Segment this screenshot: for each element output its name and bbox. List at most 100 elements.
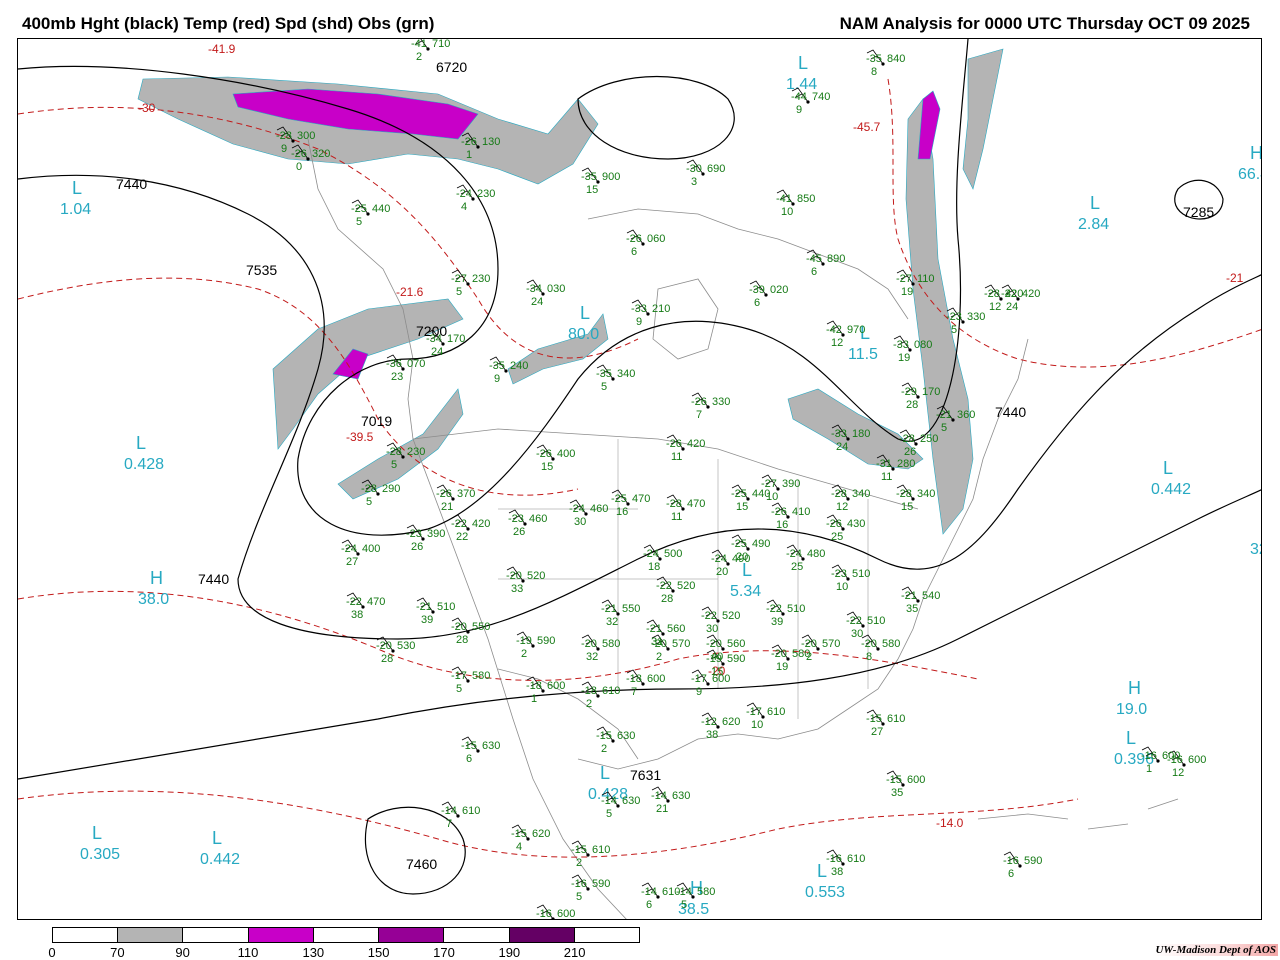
- obs-dewpoint-depression: 35: [906, 603, 918, 615]
- obs-dewpoint-depression: 32: [586, 651, 598, 663]
- obs-height: 250: [920, 433, 938, 445]
- obs-temperature: -26: [666, 438, 682, 450]
- obs-dewpoint-depression: 4: [516, 841, 522, 853]
- obs-dewpoint-depression: 5: [941, 422, 947, 434]
- obs-height: 590: [537, 635, 555, 647]
- obs-temperature: -33: [893, 339, 909, 351]
- obs-height: 530: [397, 640, 415, 652]
- jet-shade-dakotas: [507, 313, 609, 385]
- low-center-symbol: L: [212, 828, 222, 848]
- obs-height: 230: [477, 188, 495, 200]
- temp-label: -41.9: [208, 42, 236, 56]
- obs-temperature: -24: [456, 188, 472, 200]
- station-plot: -303 690: [686, 159, 725, 188]
- height-label: 7460: [406, 856, 437, 872]
- colorbar-segment: [444, 928, 510, 942]
- obs-height: 300: [297, 130, 315, 142]
- obs-dewpoint-depression: 35: [891, 787, 903, 799]
- obs-dewpoint-depression: 18: [648, 561, 660, 573]
- low-center-symbol: L: [92, 823, 102, 843]
- obs-temperature: -24: [643, 548, 659, 560]
- obs-height: 630: [617, 730, 635, 742]
- obs-temperature: -28: [361, 483, 377, 495]
- station-plot: -266 060: [626, 229, 665, 258]
- station-plot: -192 590: [516, 631, 555, 660]
- obs-dewpoint-depression: 2: [656, 651, 662, 663]
- station-plot: -244 230: [456, 184, 495, 213]
- station-plot: -2132 550: [601, 599, 640, 628]
- obs-dewpoint-depression: 39: [421, 614, 433, 626]
- station-plot: -4212 970: [826, 320, 865, 349]
- pressure-centers: L1.04L0.428H38.0L0.305L0.442L0.428H38.5L…: [60, 53, 1261, 918]
- obs-height: 460: [529, 513, 547, 525]
- obs-temperature: -27: [761, 478, 777, 490]
- obs-temperature: -26: [536, 448, 552, 460]
- obs-dewpoint-depression: 28: [456, 634, 468, 646]
- obs-dewpoint-depression: 20: [716, 566, 728, 578]
- station-plot: -2418 500: [643, 544, 682, 573]
- center-value-label: 11.5: [848, 346, 878, 363]
- colorbar-segment: [118, 928, 184, 942]
- obs-height: 520: [677, 580, 695, 592]
- caribbean-islands: [977, 798, 1179, 830]
- obs-temperature: -16: [536, 908, 552, 920]
- height-label: 6720: [436, 59, 467, 75]
- low-center-symbol: L: [136, 433, 146, 453]
- obs-height: 600: [557, 908, 575, 920]
- obs-height: 590: [727, 653, 745, 665]
- colorbar-tick-label: 150: [367, 945, 390, 960]
- obs-height: 840: [887, 53, 905, 65]
- obs-dewpoint-depression: 30: [851, 628, 863, 640]
- obs-height: 470: [367, 596, 385, 608]
- obs-height: 690: [707, 163, 725, 175]
- map-panel: -41.9 -30 -21.6 -39.5 -45.7 -14.0 -20 -2…: [17, 38, 1262, 920]
- colorbar-segment: [379, 928, 445, 942]
- wind-speed-colorbar: [52, 927, 640, 943]
- obs-temperature: -25: [611, 493, 627, 505]
- obs-height: 890: [827, 253, 845, 265]
- station-plot: -2222 420: [451, 514, 490, 543]
- obs-temperature: -20: [581, 638, 597, 650]
- height-label: 7535: [246, 262, 277, 278]
- station-plot: -2139 510: [416, 597, 455, 626]
- obs-temperature: -35: [489, 360, 505, 372]
- station-plot: -2615 400: [536, 444, 575, 473]
- obs-dewpoint-depression: 24: [431, 346, 443, 358]
- colorbar-segment: [313, 928, 380, 942]
- station-plot: -2815 340: [896, 484, 935, 513]
- station-plot: -202 570: [801, 634, 840, 663]
- center-value-label: 1.04: [60, 201, 91, 218]
- obs-temperature: -41: [776, 193, 792, 205]
- obs-temperature: -21: [601, 603, 617, 615]
- obs-temperature: -28: [386, 446, 402, 458]
- obs-dewpoint-depression: 9: [281, 143, 287, 155]
- obs-dewpoint-depression: 2: [586, 698, 592, 710]
- obs-temperature: -22: [451, 518, 467, 530]
- obs-height: 580: [882, 638, 900, 650]
- station-plot: -2326 460: [508, 509, 547, 538]
- obs-height: 600: [1188, 754, 1206, 766]
- colorbar-ticks: 0 70 90 110 130 150 170 190 210: [0, 945, 700, 960]
- height-labels: 7440 7200 7019 7535 6720 7285 7460 7631 …: [116, 59, 1214, 872]
- obs-dewpoint-depression: 2: [416, 51, 422, 63]
- obs-dewpoint-depression: 10: [766, 491, 778, 503]
- station-plot: -182 610: [581, 681, 620, 710]
- obs-dewpoint-depression: 15: [541, 461, 553, 473]
- obs-dewpoint-depression: 11: [881, 471, 892, 483]
- obs-dewpoint-depression: 15: [901, 501, 913, 513]
- obs-dewpoint-depression: 39: [771, 616, 783, 628]
- obs-dewpoint-depression: 26: [513, 526, 525, 538]
- obs-dewpoint-depression: 24: [836, 441, 848, 453]
- obs-height: 230: [407, 446, 425, 458]
- station-plot: -2621 370: [436, 484, 475, 513]
- obs-temperature: -26: [626, 233, 642, 245]
- obs-height: 170: [447, 333, 465, 345]
- obs-temperature: -31: [876, 458, 892, 470]
- station-observations: -244230-255440-275230-3424170-3623070-28…: [276, 39, 1206, 920]
- colorbar-tick-label: 170: [433, 945, 455, 960]
- obs-height: 600: [547, 680, 565, 692]
- station-plot: -2032 580: [581, 634, 620, 663]
- obs-height: 610: [767, 706, 785, 718]
- credit-label: UW-Madison Dept of AOS: [1153, 944, 1278, 956]
- obs-dewpoint-depression: 5: [366, 496, 372, 508]
